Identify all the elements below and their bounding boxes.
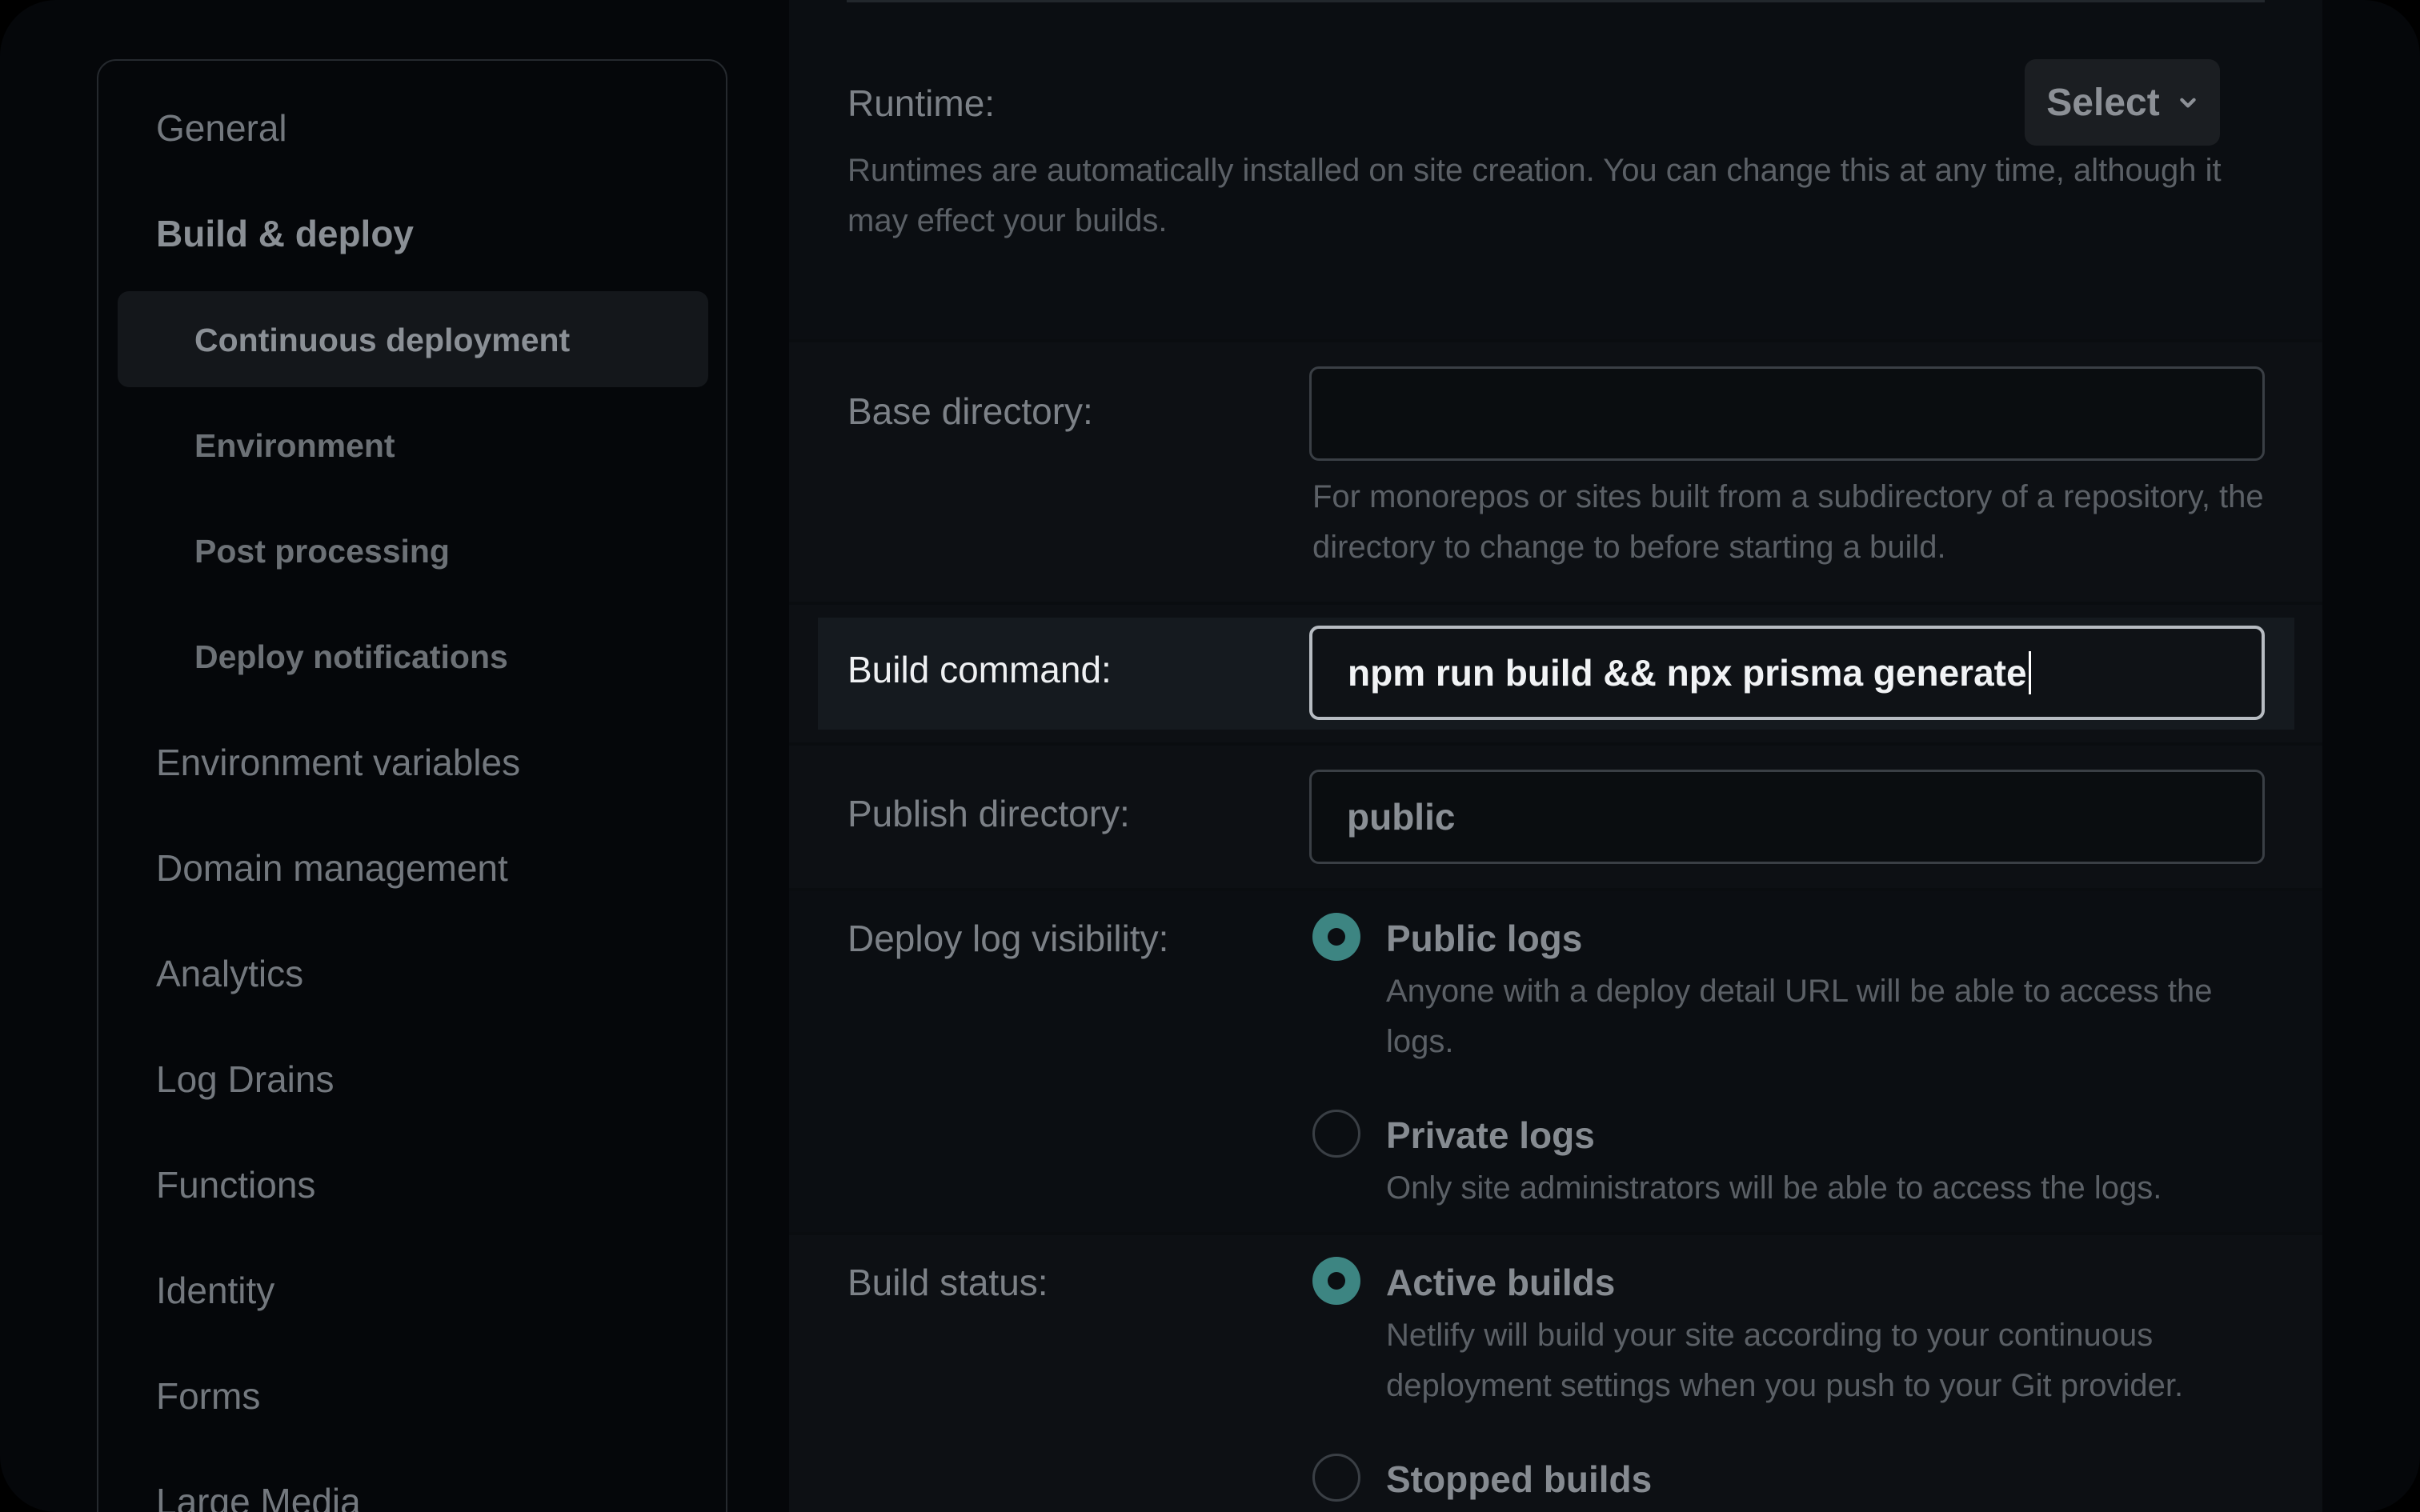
runtime-description: Runtimes are automatically installed on … bbox=[847, 153, 2222, 238]
settings-sidebar: General Build & deploy Continuous deploy… bbox=[97, 59, 727, 1512]
sidebar-item-general[interactable]: General bbox=[156, 106, 287, 150]
sidebar-item-functions[interactable]: Functions bbox=[156, 1163, 315, 1206]
app-window: General Build & deploy Continuous deploy… bbox=[0, 0, 2420, 1512]
sidebar-item-build-deploy[interactable]: Build & deploy bbox=[156, 212, 414, 255]
sidebar-item-log-drains[interactable]: Log Drains bbox=[156, 1058, 334, 1101]
sidebar-item-deploy-notifications[interactable]: Deploy notifications bbox=[194, 638, 508, 676]
runtime-select-label: Select bbox=[2046, 81, 2160, 124]
base-directory-label: Base directory: bbox=[847, 390, 1093, 432]
private-logs-radio[interactable] bbox=[1312, 1110, 1360, 1158]
sidebar-item-large-media[interactable]: Large Media bbox=[156, 1480, 361, 1512]
publish-directory-value: public bbox=[1347, 796, 1456, 838]
sidebar-item-environment-variables[interactable]: Environment variables bbox=[156, 741, 520, 784]
build-command-input[interactable]: npm run build && npx prisma generate bbox=[1309, 626, 2265, 720]
private-logs-title: Private logs bbox=[1386, 1114, 1595, 1156]
sidebar-item-post-processing[interactable]: Post processing bbox=[194, 533, 450, 570]
active-builds-title: Active builds bbox=[1386, 1262, 1616, 1303]
base-directory-description: For monorepos or sites built from a subd… bbox=[1312, 479, 2264, 565]
active-builds-radio[interactable] bbox=[1312, 1257, 1360, 1305]
sidebar-item-identity[interactable]: Identity bbox=[156, 1269, 274, 1312]
build-status-label: Build status: bbox=[847, 1262, 1048, 1303]
public-logs-description: Anyone with a deploy detail URL will be … bbox=[1386, 974, 2213, 1059]
sidebar-item-forms[interactable]: Forms bbox=[156, 1374, 260, 1418]
stopped-builds-radio[interactable] bbox=[1312, 1454, 1360, 1502]
build-command-value: npm run build && npx prisma generate bbox=[1348, 652, 2027, 694]
divider bbox=[847, 0, 2265, 2]
build-command-label: Build command: bbox=[847, 649, 1112, 690]
sidebar-item-analytics[interactable]: Analytics bbox=[156, 952, 303, 995]
private-logs-description: Only site administrators will be able to… bbox=[1386, 1170, 2162, 1206]
build-settings-panel: Runtime: Select Runtimes are automatical… bbox=[789, 0, 2322, 1512]
public-logs-radio[interactable] bbox=[1312, 913, 1360, 961]
public-logs-title: Public logs bbox=[1386, 918, 1583, 959]
runtime-select-button[interactable]: Select bbox=[2025, 59, 2220, 146]
sidebar-item-continuous-deployment[interactable]: Continuous deployment bbox=[194, 322, 570, 359]
text-caret bbox=[2028, 651, 2031, 694]
publish-directory-label: Publish directory: bbox=[847, 793, 1130, 834]
sidebar-item-environment[interactable]: Environment bbox=[194, 427, 395, 465]
base-directory-input[interactable] bbox=[1309, 366, 2265, 461]
runtime-label: Runtime: bbox=[847, 82, 996, 124]
chevron-down-icon bbox=[2179, 98, 2196, 108]
stopped-builds-title: Stopped builds bbox=[1386, 1458, 1653, 1500]
publish-directory-input[interactable]: public bbox=[1309, 770, 2265, 864]
sidebar-item-domain-management[interactable]: Domain management bbox=[156, 846, 508, 890]
active-builds-description: Netlify will build your site according t… bbox=[1386, 1318, 2184, 1403]
deploy-log-visibility-label: Deploy log visibility: bbox=[847, 918, 1169, 959]
